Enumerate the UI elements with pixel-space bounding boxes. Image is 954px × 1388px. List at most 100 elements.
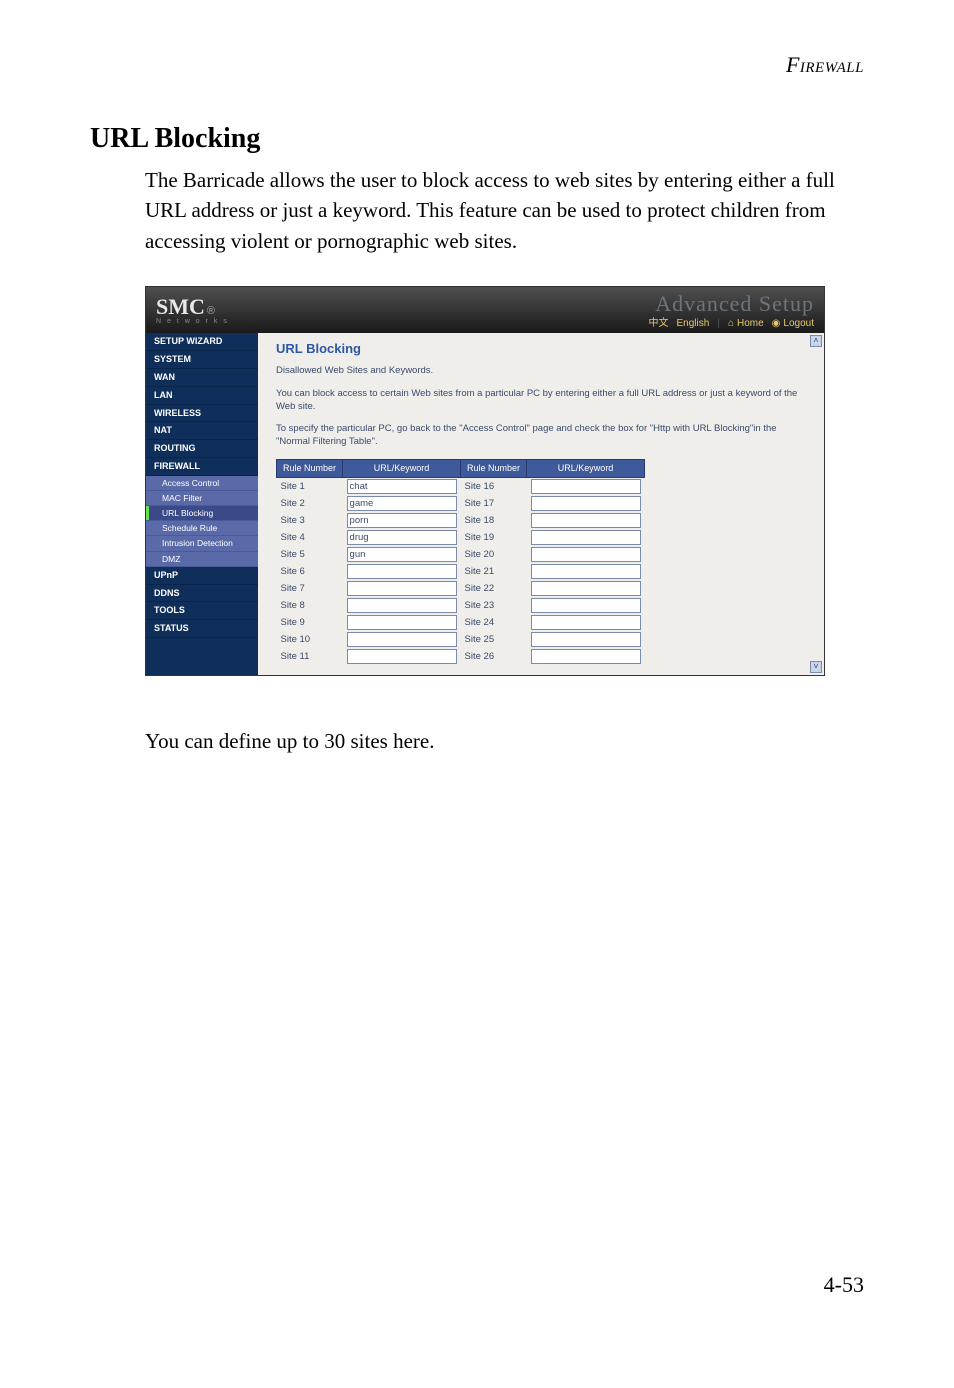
table-row: Site 2 Site 17 [277, 495, 645, 512]
table-row: Site 5Site 20 [277, 546, 645, 563]
brand-main: SMC [156, 294, 205, 320]
logout-icon: ◉ [772, 318, 781, 330]
page-number: 4-53 [824, 1272, 864, 1298]
sidebar-item-routing[interactable]: ROUTING [146, 440, 258, 458]
rule-number-cell: Site 11 [277, 648, 343, 665]
rule-number-cell: Site 19 [461, 529, 527, 546]
table-row: Site 7Site 22 [277, 580, 645, 597]
running-head: Firewall [90, 52, 864, 78]
sidebar-item-setup-wizard[interactable]: SETUP WIZARD [146, 333, 258, 351]
sidebar-item-access-control[interactable]: Access Control [146, 476, 258, 491]
scroll-down-icon[interactable]: ˅ [810, 661, 822, 673]
url-keyword-input[interactable] [531, 615, 641, 630]
url-keyword-input[interactable] [347, 598, 457, 613]
sidebar-item-schedule-rule[interactable]: Schedule Rule [146, 521, 258, 536]
sidebar-item-firewall[interactable]: FIREWALL [146, 458, 258, 476]
sidebar-item-nat[interactable]: NAT [146, 422, 258, 440]
sidebar: SETUP WIZARDSYSTEMWANLANWIRELESSNATROUTI… [146, 333, 258, 674]
table-row: Site 6Site 21 [277, 563, 645, 580]
url-keyword-input[interactable] [347, 496, 457, 511]
scrollbar[interactable]: ˄ ˅ [810, 335, 822, 672]
table-row: Site 1 Site 16 [277, 477, 645, 495]
th-rule-left: Rule Number [277, 459, 343, 477]
sidebar-item-mac-filter[interactable]: MAC Filter [146, 491, 258, 506]
table-row: Site 4 Site 19 [277, 529, 645, 546]
rule-number-cell: Site 9 [277, 614, 343, 631]
sidebar-item-url-blocking[interactable]: URL Blocking [146, 506, 258, 521]
table-row: Site 11 Site 26 [277, 648, 645, 665]
table-row: Site 9 Site 24 [277, 614, 645, 631]
sidebar-item-dmz[interactable]: DMZ [146, 552, 258, 567]
url-keyword-input[interactable] [347, 479, 457, 494]
url-keyword-input[interactable] [347, 632, 457, 647]
sidebar-item-tools[interactable]: TOOLS [146, 602, 258, 620]
rule-number-cell: Site 22 [461, 580, 527, 597]
url-table: Rule Number URL/Keyword Rule Number URL/… [276, 459, 645, 665]
table-row: Site 3 Site 18 [277, 512, 645, 529]
logout-link[interactable]: ◉Logout [772, 318, 814, 330]
sidebar-item-intrusion-detection[interactable]: Intrusion Detection [146, 536, 258, 551]
rule-number-cell: Site 17 [461, 495, 527, 512]
url-keyword-input[interactable] [531, 581, 641, 596]
intro-paragraph: The Barricade allows the user to block a… [145, 165, 864, 256]
rule-number-cell: Site 21 [461, 563, 527, 580]
brand-sub: N e t w o r k s [156, 318, 229, 326]
rule-number-cell: Site 23 [461, 597, 527, 614]
content-p1: Disallowed Web Sites and Keywords. [276, 365, 806, 378]
sidebar-item-lan[interactable]: LAN [146, 387, 258, 405]
advanced-setup-title: Advanced Setup [655, 291, 814, 317]
url-keyword-input[interactable] [347, 581, 457, 596]
url-keyword-input[interactable] [531, 598, 641, 613]
url-keyword-input[interactable] [347, 649, 457, 664]
rule-number-cell: Site 8 [277, 597, 343, 614]
rule-number-cell: Site 10 [277, 631, 343, 648]
rule-number-cell: Site 25 [461, 631, 527, 648]
url-keyword-input[interactable] [531, 496, 641, 511]
th-rule-right: Rule Number [461, 459, 527, 477]
section-title: URL Blocking [90, 123, 864, 155]
rule-number-cell: Site 18 [461, 512, 527, 529]
url-keyword-input[interactable] [531, 564, 641, 579]
lang-en-link[interactable]: English [677, 318, 710, 330]
brand-reg-icon: ® [207, 305, 215, 318]
home-link[interactable]: ⌂Home [728, 318, 764, 330]
content-pane: ˄ ˅ URL Blocking Disallowed Web Sites an… [258, 333, 824, 674]
url-keyword-input[interactable] [531, 632, 641, 647]
rule-number-cell: Site 2 [277, 495, 343, 512]
after-paragraph: You can define up to 30 sites here. [145, 726, 864, 756]
scroll-up-icon[interactable]: ˄ [810, 335, 822, 347]
table-row: Site 10 Site 25 [277, 631, 645, 648]
rule-number-cell: Site 3 [277, 512, 343, 529]
content-p3: To specify the particular PC, go back to… [276, 423, 806, 449]
sidebar-item-wan[interactable]: WAN [146, 369, 258, 387]
url-keyword-input[interactable] [531, 513, 641, 528]
divider: | [717, 318, 720, 330]
url-keyword-input[interactable] [347, 564, 457, 579]
rule-number-cell: Site 16 [461, 477, 527, 495]
url-keyword-input[interactable] [347, 615, 457, 630]
rule-number-cell: Site 4 [277, 529, 343, 546]
lang-cn-link[interactable]: 中文 [649, 318, 669, 330]
sidebar-item-ddns[interactable]: DDNS [146, 585, 258, 603]
url-keyword-input[interactable] [347, 530, 457, 545]
rule-number-cell: Site 24 [461, 614, 527, 631]
router-screenshot: SMC ® N e t w o r k s Advanced Setup 中文 … [145, 286, 825, 675]
url-keyword-input[interactable] [531, 547, 641, 562]
url-keyword-input[interactable] [531, 649, 641, 664]
rule-number-cell: Site 26 [461, 648, 527, 665]
sidebar-item-status[interactable]: STATUS [146, 620, 258, 638]
url-keyword-input[interactable] [347, 547, 457, 562]
table-row: Site 8 Site 23 [277, 597, 645, 614]
router-header: SMC ® N e t w o r k s Advanced Setup 中文 … [146, 287, 824, 333]
url-keyword-input[interactable] [347, 513, 457, 528]
url-keyword-input[interactable] [531, 479, 641, 494]
top-links: 中文 English | ⌂Home ◉Logout [649, 318, 814, 330]
rule-number-cell: Site 20 [461, 546, 527, 563]
url-keyword-input[interactable] [531, 530, 641, 545]
th-url-right: URL/Keyword [527, 459, 645, 477]
sidebar-item-wireless[interactable]: WIRELESS [146, 405, 258, 423]
brand: SMC ® [156, 294, 229, 320]
sidebar-item-system[interactable]: SYSTEM [146, 351, 258, 369]
sidebar-item-upnp[interactable]: UPnP [146, 567, 258, 585]
rule-number-cell: Site 1 [277, 477, 343, 495]
